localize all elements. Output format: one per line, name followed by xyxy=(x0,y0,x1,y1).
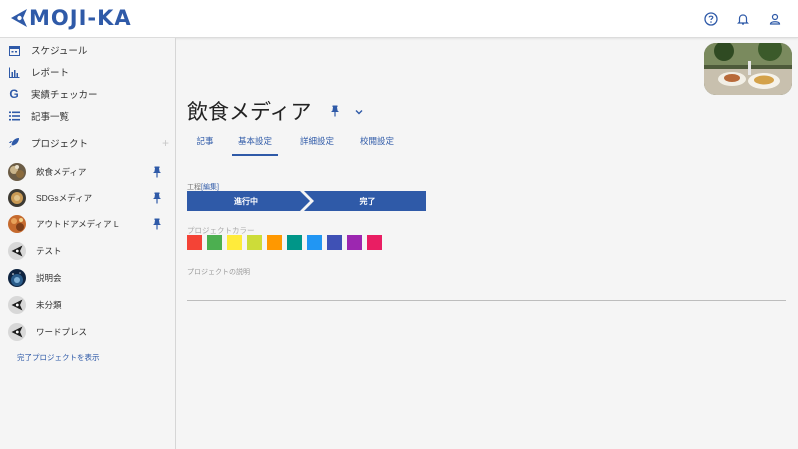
project-cover-image xyxy=(704,43,792,95)
project-item[interactable]: テスト xyxy=(0,238,175,264)
color-swatch[interactable] xyxy=(227,235,242,250)
sidebar-item-schedule[interactable]: スケジュール xyxy=(0,39,175,61)
project-label: アウトドアメディア L xyxy=(36,219,119,229)
sidebar-item-label: プロジェクト xyxy=(31,139,89,150)
sidebar-item-projects[interactable]: プロジェクト + xyxy=(0,132,175,154)
sidebar-item-label: レポート xyxy=(31,68,70,79)
color-swatch[interactable] xyxy=(247,235,262,250)
color-swatch[interactable] xyxy=(367,235,382,250)
step-complete[interactable]: 完了 xyxy=(309,196,426,207)
project-label: 説明会 xyxy=(36,273,62,283)
color-swatch[interactable] xyxy=(287,235,302,250)
project-label: テスト xyxy=(36,246,62,256)
sidebar: スケジュール レポート G 実績チェッカー 記事一覧 プロジェクト + 飲食メデ… xyxy=(0,38,176,449)
page-title: 飲食メディア xyxy=(187,100,312,124)
logo-text: MOJI-KA xyxy=(29,6,132,30)
color-swatch[interactable] xyxy=(187,235,202,250)
project-item[interactable]: アウトドアメディア L xyxy=(0,211,175,237)
rocket-icon xyxy=(7,136,21,150)
project-description-field[interactable] xyxy=(187,300,786,301)
pin-icon[interactable] xyxy=(330,104,342,118)
mojika-logo-icon xyxy=(8,242,26,260)
step-in-progress[interactable]: 進行中 xyxy=(187,196,305,207)
add-project-button[interactable]: + xyxy=(162,136,169,150)
color-swatches xyxy=(187,235,382,250)
project-avatar xyxy=(8,215,26,233)
color-swatch[interactable] xyxy=(307,235,322,250)
project-label: SDGsメディア xyxy=(36,193,93,203)
sidebar-item-label: 実績チェッカー xyxy=(31,90,98,101)
color-swatch[interactable] xyxy=(207,235,222,250)
project-item[interactable]: 未分類 xyxy=(0,292,175,318)
sidebar-item-label: スケジュール xyxy=(31,46,88,57)
sidebar-item-report[interactable]: レポート xyxy=(0,61,175,83)
logo-mark-icon xyxy=(11,9,27,27)
project-item[interactable]: SDGsメディア xyxy=(0,185,175,211)
calendar-icon xyxy=(7,43,21,57)
chevron-down-icon[interactable] xyxy=(354,104,366,116)
workflow-steps: 進行中 完了 xyxy=(187,191,426,211)
bar-chart-icon xyxy=(7,65,21,79)
tab-articles[interactable]: 記事 xyxy=(195,135,215,154)
project-description-label: プロジェクトの説明 xyxy=(187,269,250,276)
tab-detail-settings[interactable]: 詳細設定 xyxy=(299,135,335,154)
workflow-label-text: 工程 xyxy=(187,184,201,191)
app-logo[interactable]: MOJI-KA xyxy=(10,6,132,30)
color-swatch[interactable] xyxy=(267,235,282,250)
sidebar-item-articles[interactable]: 記事一覧 xyxy=(0,105,175,127)
list-icon xyxy=(7,109,21,123)
user-icon[interactable] xyxy=(766,10,784,28)
help-icon[interactable] xyxy=(702,10,720,28)
top-header: MOJI-KA xyxy=(0,0,798,38)
project-item[interactable]: 飲食メディア xyxy=(0,159,175,185)
project-label: 未分類 xyxy=(36,300,62,310)
sidebar-item-label: 記事一覧 xyxy=(31,112,70,123)
tab-basic-settings[interactable]: 基本設定 xyxy=(232,135,278,156)
project-label: ワードプレス xyxy=(36,327,88,337)
project-item[interactable]: 説明会 xyxy=(0,265,175,291)
project-label: 飲食メディア xyxy=(36,167,87,177)
project-avatar xyxy=(8,189,26,207)
project-avatar xyxy=(8,269,26,287)
mojika-logo-icon xyxy=(8,323,26,341)
mojika-logo-icon xyxy=(8,296,26,314)
pin-icon[interactable] xyxy=(152,165,164,179)
project-item[interactable]: ワードプレス xyxy=(0,319,175,345)
pin-icon[interactable] xyxy=(152,191,164,205)
main-content: 飲食メディア 記事 基本設定 詳細設定 校閲設定 工程[編集] 進行中 完了 プ… xyxy=(176,38,798,449)
show-completed-projects-link[interactable]: 完了プロジェクトを表示 xyxy=(17,352,100,363)
pin-icon[interactable] xyxy=(152,217,164,231)
tab-proofread-settings[interactable]: 校閲設定 xyxy=(359,135,395,154)
color-swatch[interactable] xyxy=(347,235,362,250)
edit-workflow-link[interactable]: [編集] xyxy=(201,184,219,191)
sidebar-item-checker[interactable]: G 実績チェッカー xyxy=(0,83,175,105)
project-avatar xyxy=(8,163,26,181)
bell-icon[interactable] xyxy=(734,10,752,28)
color-swatch[interactable] xyxy=(327,235,342,250)
google-g-icon: G xyxy=(9,87,19,101)
